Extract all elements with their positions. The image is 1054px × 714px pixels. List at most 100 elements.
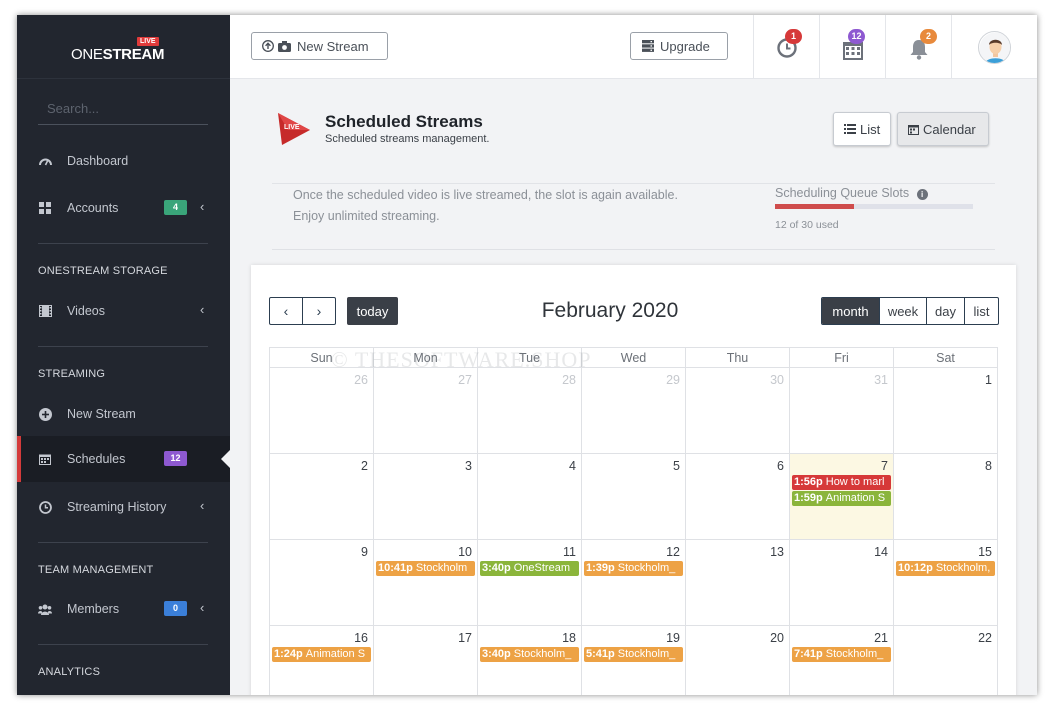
calendar-button[interactable]: 12	[819, 15, 885, 79]
day-cell[interactable]: 26	[270, 368, 373, 453]
view-list-button[interactable]: list	[964, 298, 998, 324]
day-cell[interactable]: 7 1:56p How to marl 1:59p Animation S	[789, 454, 893, 539]
day-cell[interactable]: 22	[893, 626, 997, 695]
day-number[interactable]: 1	[985, 373, 992, 387]
calendar-event[interactable]: 1:56p How to marl	[792, 475, 891, 490]
day-number[interactable]: 27	[458, 373, 472, 387]
calendar-event[interactable]: 10:41p Stockholm	[376, 561, 475, 576]
day-number[interactable]: 17	[458, 631, 472, 645]
day-cell[interactable]: 3	[373, 454, 477, 539]
day-number[interactable]: 30	[770, 373, 784, 387]
day-number[interactable]: 22	[978, 631, 992, 645]
day-cell[interactable]: 8	[893, 454, 997, 539]
day-number[interactable]: 29	[666, 373, 680, 387]
user-menu[interactable]	[951, 15, 1037, 79]
chevron-left-icon: ‹	[283, 303, 289, 319]
calendar-card: ‹ › today February 2020 month week day l…	[251, 265, 1016, 695]
week-row: 2 3 4 5 6 7 1:56p How to marl 1:59p Animation S 8	[269, 454, 998, 540]
event-time: 3:40p	[482, 648, 511, 660]
day-cell[interactable]: 4	[477, 454, 581, 539]
day-cell[interactable]: 1	[893, 368, 997, 453]
day-cell[interactable]: 14	[789, 540, 893, 625]
calendar-event[interactable]: 1:59p Animation S	[792, 491, 891, 506]
day-cell[interactable]: 29	[581, 368, 685, 453]
day-cell[interactable]: 12 1:39p Stockholm_	[581, 540, 685, 625]
event-time: 3:40p	[482, 562, 511, 574]
new-stream-button[interactable]: New Stream	[251, 32, 388, 60]
day-number[interactable]: 4	[569, 459, 576, 473]
day-cell[interactable]: 9	[270, 540, 373, 625]
day-cell[interactable]: 18 3:40p Stockholm_	[477, 626, 581, 695]
sidebar-item-label: New Stream	[67, 407, 136, 421]
calendar-event[interactable]: 5:41p Stockholm_	[584, 647, 683, 662]
sidebar-item-videos[interactable]: Videos ‹	[17, 288, 230, 334]
day-number[interactable]: 15	[978, 545, 992, 559]
day-number[interactable]: 10	[458, 545, 472, 559]
day-number[interactable]: 31	[874, 373, 888, 387]
calendar-event[interactable]: 7:41p Stockholm_	[792, 647, 891, 662]
day-number[interactable]: 6	[777, 459, 784, 473]
day-number[interactable]: 16	[354, 631, 368, 645]
search-input[interactable]: Search...	[38, 99, 208, 125]
day-number[interactable]: 19	[666, 631, 680, 645]
sidebar-item-members[interactable]: Members 0 ‹	[17, 586, 230, 632]
day-number[interactable]: 12	[666, 545, 680, 559]
chevron-left-icon: ‹	[200, 498, 205, 513]
sidebar-item-schedules[interactable]: Schedules 12	[17, 436, 230, 482]
day-number[interactable]: 18	[562, 631, 576, 645]
day-cell[interactable]: 30	[685, 368, 789, 453]
day-cell[interactable]: 17	[373, 626, 477, 695]
prev-month-button[interactable]: ‹	[269, 297, 303, 325]
day-cell[interactable]: 21 7:41p Stockholm_	[789, 626, 893, 695]
day-cell[interactable]: 16 1:24p Animation S	[270, 626, 373, 695]
sidebar-item-accounts[interactable]: Accounts 4 ‹	[17, 185, 230, 231]
day-number[interactable]: 5	[673, 459, 680, 473]
upgrade-button[interactable]: Upgrade	[630, 32, 728, 60]
day-number[interactable]: 7	[881, 459, 888, 473]
day-cell[interactable]: 28	[477, 368, 581, 453]
calendar-event[interactable]: 3:40p OneStream	[480, 561, 579, 576]
onestream-logo[interactable]: LIVE ONESTREAM	[67, 37, 177, 67]
day-cell[interactable]: 5	[581, 454, 685, 539]
calendar-event[interactable]: 1:24p Animation S	[272, 647, 371, 662]
day-cell[interactable]: 10 10:41p Stockholm	[373, 540, 477, 625]
day-number[interactable]: 20	[770, 631, 784, 645]
day-cell[interactable]: 6	[685, 454, 789, 539]
day-number[interactable]: 14	[874, 545, 888, 559]
view-week-button[interactable]: week	[879, 298, 926, 324]
day-number[interactable]: 3	[465, 459, 472, 473]
calendar-event[interactable]: 10:12p Stockholm,	[896, 561, 995, 576]
day-number[interactable]: 28	[562, 373, 576, 387]
day-number[interactable]: 21	[874, 631, 888, 645]
slot-info-line-2: Enjoy unlimited streaming.	[293, 209, 440, 223]
day-cell[interactable]: 13	[685, 540, 789, 625]
day-number[interactable]: 8	[985, 459, 992, 473]
view-day-button[interactable]: day	[926, 298, 964, 324]
day-cell[interactable]: 20	[685, 626, 789, 695]
day-cell[interactable]: 31	[789, 368, 893, 453]
day-cell[interactable]: 2	[270, 454, 373, 539]
calendar-count-badge: 12	[848, 29, 865, 44]
day-number[interactable]: 13	[770, 545, 784, 559]
day-cell[interactable]: 19 5:41p Stockholm_	[581, 626, 685, 695]
day-number[interactable]: 26	[354, 373, 368, 387]
day-cell[interactable]: 11 3:40p OneStream	[477, 540, 581, 625]
today-button[interactable]: today	[347, 297, 398, 325]
day-cell[interactable]: 27	[373, 368, 477, 453]
view-month-button[interactable]: month	[822, 298, 879, 324]
day-number[interactable]: 9	[361, 545, 368, 559]
calendar-event[interactable]: 3:40p Stockholm_	[480, 647, 579, 662]
day-number[interactable]: 11	[563, 545, 576, 559]
list-view-button[interactable]: List	[833, 112, 891, 146]
streaming-history-button[interactable]: 1	[753, 15, 819, 79]
day-cell[interactable]: 15 10:12p Stockholm,	[893, 540, 997, 625]
notifications-button[interactable]: 2	[885, 15, 951, 79]
day-number[interactable]: 2	[361, 459, 368, 473]
next-month-button[interactable]: ›	[302, 297, 336, 325]
calendar-event[interactable]: 1:39p Stockholm_	[584, 561, 683, 576]
sidebar-item-new-stream[interactable]: New Stream	[17, 391, 230, 437]
sidebar-item-streaming-history[interactable]: Streaming History ‹	[17, 484, 230, 530]
calendar-view-button[interactable]: Calendar	[897, 112, 989, 146]
sidebar-item-dashboard[interactable]: Dashboard	[17, 138, 230, 184]
info-icon[interactable]: i	[916, 189, 928, 200]
